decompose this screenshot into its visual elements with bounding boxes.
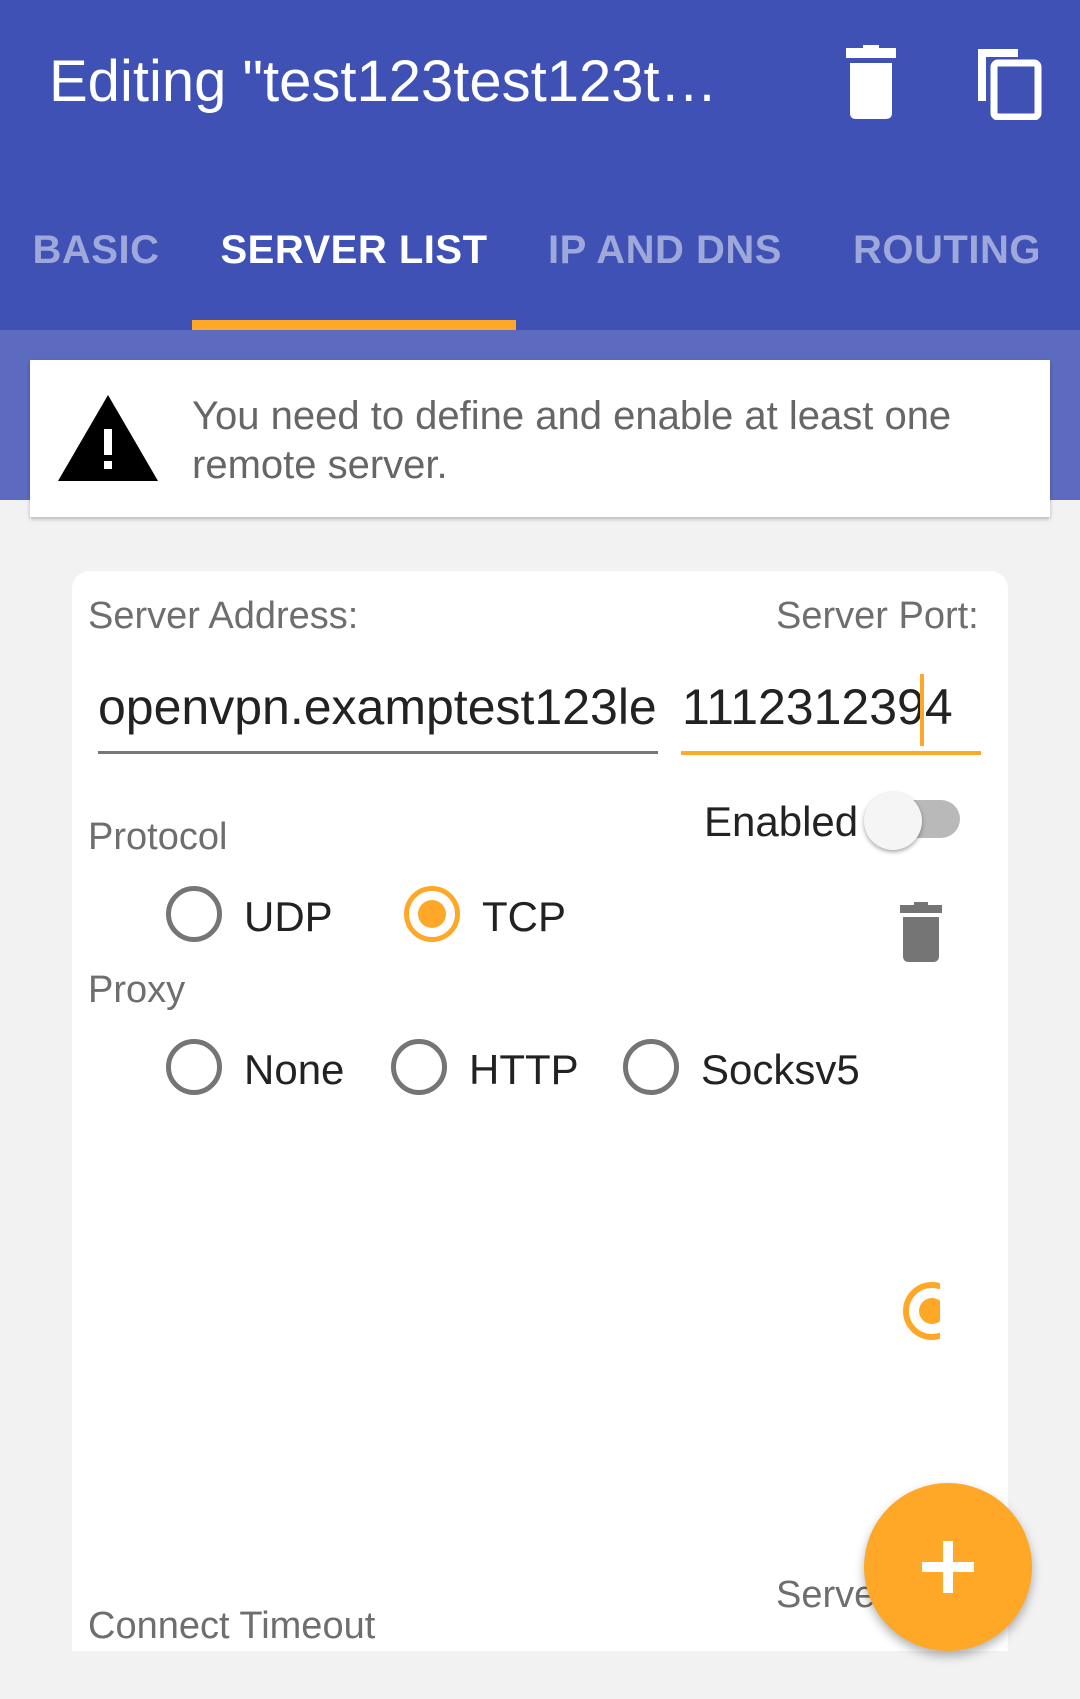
proxy-socksv5-label[interactable]: Socksv5 [701, 1046, 860, 1094]
tab-routing[interactable]: ROUTING [814, 200, 1080, 330]
tab-indicator [192, 320, 516, 330]
tab-bar: BASIC SERVER LIST IP AND DNS ROUTING [0, 200, 1080, 330]
proxy-socksv5-radio[interactable] [623, 1039, 679, 1095]
protocol-tcp-label[interactable]: TCP [482, 893, 566, 941]
copy-icon[interactable] [974, 45, 1044, 120]
protocol-udp-radio[interactable] [166, 886, 222, 942]
protocol-label: Protocol [88, 816, 228, 858]
server-address-field[interactable]: openvpn.examptest123le [98, 678, 658, 736]
add-icon [922, 1541, 974, 1593]
protocol-udp-label[interactable]: UDP [244, 893, 333, 941]
warning-message: You need to define and enable at least o… [192, 394, 952, 487]
connect-timeout-label: Connect Timeout [88, 1605, 376, 1647]
protocol-tcp-radio[interactable] [404, 886, 460, 942]
server-port-label: Server Port: [776, 595, 979, 637]
page-title: Editing "test123test123t… [49, 49, 718, 114]
app-bar: Editing "test123test123t… BASIC SERVER L… [0, 0, 1080, 330]
server-port-underline [681, 751, 981, 755]
enabled-switch-thumb[interactable] [864, 792, 922, 850]
proxy-none-radio[interactable] [166, 1039, 222, 1095]
proxy-none-label[interactable]: None [244, 1046, 344, 1094]
tab-basic[interactable]: BASIC [0, 200, 192, 330]
proxy-label: Proxy [88, 969, 186, 1011]
proxy-http-radio[interactable] [391, 1039, 447, 1095]
delete-server-icon[interactable] [896, 902, 946, 962]
proxy-http-label[interactable]: HTTP [469, 1046, 579, 1094]
partial-server-label: Serve [776, 1574, 876, 1616]
tab-ip-and-dns[interactable]: IP AND DNS [516, 200, 814, 330]
delete-icon[interactable] [836, 45, 906, 120]
tab-server-list[interactable]: SERVER LIST [192, 200, 516, 330]
server-port-field[interactable]: 1112312394 [682, 678, 984, 736]
warning-triangle-icon [58, 395, 158, 481]
partial-radio-icon [903, 1282, 940, 1340]
server-address-underline [98, 751, 658, 754]
text-cursor [920, 674, 924, 746]
server-address-label: Server Address: [88, 595, 359, 637]
add-server-button[interactable] [864, 1483, 1032, 1651]
enabled-label: Enabled [704, 798, 859, 845]
